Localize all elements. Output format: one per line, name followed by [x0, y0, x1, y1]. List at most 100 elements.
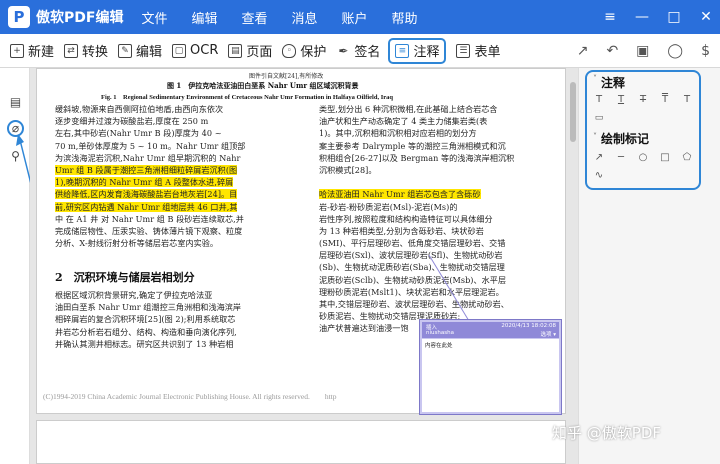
- text-insert-tool-icon[interactable]: T: [681, 94, 693, 106]
- page-label: 页面: [246, 45, 273, 60]
- text-line: 相碎屑岩的复合沉积环境[25](图 2);利用系统取芯: [55, 313, 307, 325]
- text-span: 缓斜坡,物源来自西侧阿拉伯地盾,由西向东依次: [55, 104, 224, 114]
- search-icon[interactable]: ⚲: [9, 150, 22, 163]
- copyright-footer: (C)1994-2019 China Academic Journal Elec…: [43, 392, 337, 401]
- text-span: 逐步变细并过渡为碳酸盐岩,厚度在 250 m: [55, 116, 209, 127]
- right-column-text: 类型,划分出 6 种沉积微相,在此基础上结合岩芯含 油产状和生产动态确定了 4 类…: [319, 103, 561, 335]
- text-line: 哈法亚油田 Nahr Umr 组岩芯包含了含砾砂: [319, 188, 561, 200]
- ocr-button[interactable]: ▢ OCR: [172, 38, 218, 64]
- convert-icon: ⇄: [64, 43, 79, 58]
- edit-label: 编辑: [136, 45, 163, 60]
- polygon-tool-icon[interactable]: ⬠: [681, 152, 693, 164]
- left-column-text-2: 根据区域沉积背景研究,确定了伊拉克哈法亚 油田白垩系 Nahr Umr 组潮控三角…: [55, 289, 307, 350]
- undo-icon[interactable]: ↶: [606, 43, 618, 59]
- new-file-icon: +: [10, 43, 24, 58]
- text-span: 油田白垩系 Nahr Umr 组潮控三角洲相和浅海滨岸: [55, 302, 242, 313]
- minimize-icon[interactable]: —: [634, 9, 650, 25]
- form-button[interactable]: ☰ 表单: [456, 38, 500, 64]
- text-line: 供给降低,区内发育浅海碳酸盐岩台地灰岩[24]。目: [55, 188, 307, 200]
- text-span: 并确认其测井相标志。研究区共识别了 13 种岩相: [55, 338, 234, 349]
- annotate-collapse-icon[interactable]: ˅: [593, 74, 597, 83]
- credit-icon[interactable]: $: [701, 43, 710, 59]
- highlighted-text: 1),晚期沉积的 Nahr Umr 组 A 段整体水进,碎屑: [55, 177, 234, 188]
- menu-view[interactable]: 查看: [241, 8, 267, 27]
- maximize-icon[interactable]: □: [666, 9, 682, 25]
- sign-label: 签名: [354, 45, 381, 60]
- text-span: 相碎屑岩的复合沉积环境[25](图 2);利用系统取芯: [55, 314, 236, 325]
- scrollbar-thumb[interactable]: [570, 82, 576, 142]
- hamburger-menu-icon[interactable]: ≡: [602, 9, 618, 25]
- text-span: 案主要参考 Dalrymple 等的潮控三角洲相模式和沉: [319, 140, 506, 151]
- comment-label: 注释: [413, 45, 440, 60]
- menu-messages[interactable]: 消息: [292, 8, 318, 27]
- text-line: [319, 176, 561, 188]
- text-span: 泥质砂岩(Sclb)、生物扰动砂质泥岩(Msb)、水平层: [319, 274, 507, 285]
- text-line: 岩性序列,按照粒度和结构构造特征可以具体细分: [319, 213, 561, 225]
- comment-popup[interactable]: 插入 2020/4/13 18:02:08 niushasha 选项 ▾ 内容在…: [419, 319, 562, 415]
- edit-button[interactable]: ✎ 编辑: [118, 38, 162, 64]
- page-button[interactable]: ▤ 页面: [228, 38, 272, 64]
- text-underline-tool-icon[interactable]: T: [615, 94, 627, 106]
- thumbnail-icon[interactable]: ▤: [9, 96, 22, 109]
- comment-button[interactable]: ≡ 注释: [388, 37, 447, 64]
- text-line: 左右,其中砂岩(Nahr Umr B 段)厚度为 40 ~: [55, 127, 307, 139]
- comment-timestamp: 2020/4/13 18:02:08: [501, 323, 556, 329]
- left-column-text: 缓斜坡,物源来自西侧阿拉伯地盾,由西向东依次 逐步变细并过渡为碳酸盐岩,厚度在 2…: [55, 103, 307, 249]
- shield-icon: ◦: [282, 43, 297, 58]
- convert-button[interactable]: ⇄ 转换: [64, 38, 108, 64]
- comment-body-input[interactable]: 内容在此处: [422, 339, 559, 412]
- text-span: 积相组合[26-27]以及 Bergman 等的浅海滨岸相沉积: [319, 152, 515, 163]
- line-tool-icon[interactable]: ─: [615, 152, 627, 164]
- bookmark-icon[interactable]: ⌀: [7, 120, 24, 137]
- menu-help[interactable]: 帮助: [392, 8, 418, 27]
- text-span: 沉积模式[28]。: [319, 164, 377, 175]
- figure-title-cn: 图 1 伊拉克哈法亚油田白垩系 Nahr Umr 组区域沉积背景: [167, 81, 359, 90]
- menu-edit[interactable]: 编辑: [191, 8, 217, 27]
- text-span: 70 m,单砂体厚度为 5 ~ 10 m。Nahr Umr 组顶部: [55, 140, 246, 151]
- ocr-icon: ▢: [172, 43, 187, 58]
- menu-account[interactable]: 账户: [342, 8, 368, 27]
- text-span: 分析、X-射线衍射分析等储层岩芯室内实验。: [55, 238, 219, 249]
- text-highlight-tool-icon[interactable]: T: [593, 94, 605, 106]
- freehand-tool-icon[interactable]: ∿: [593, 170, 605, 182]
- text-replace-tool-icon[interactable]: T: [659, 94, 671, 106]
- save-icon[interactable]: ▣: [636, 43, 649, 59]
- pen-icon: ✒: [338, 43, 349, 58]
- draw-collapse-icon[interactable]: ˅: [593, 132, 597, 141]
- user-icon[interactable]: ◯: [667, 43, 683, 59]
- ellipse-tool-icon[interactable]: ○: [637, 152, 649, 164]
- arrow-tool-icon[interactable]: ↗: [593, 152, 605, 164]
- share-icon[interactable]: ↗: [577, 43, 589, 59]
- text-line: 逐步变细并过渡为碳酸盐岩,厚度在 250 m: [55, 115, 307, 127]
- text-line: 1),晚期沉积的 Nahr Umr 组 A 段整体水进,碎屑: [55, 176, 307, 188]
- highlighted-text: Umr 组 B 段属于潮控三角洲相细粒碎屑岩沉积(图: [55, 164, 238, 175]
- figure-title-en: Fig. 1 Regional Sedimentary Environment …: [101, 94, 394, 101]
- new-button[interactable]: + 新建: [10, 38, 54, 64]
- protect-button[interactable]: ◦ 保护: [282, 38, 326, 64]
- pdf-page[interactable]: 图件引自文献[24],有所修改 图 1 伊拉克哈法亚油田白垩系 Nahr Umr…: [36, 68, 566, 415]
- text-line: 油田白垩系 Nahr Umr 组潮控三角洲相和浅海滨岸: [55, 301, 307, 313]
- page-icon: ▤: [228, 43, 243, 58]
- left-sidebar: ▤ ⌀ ⚲: [0, 68, 30, 464]
- text-span: 岩-砂岩-粉砂质泥岩(Msl)-泥岩(Ms)的: [319, 201, 458, 212]
- text-span: 层理砂岩(Sxl)、波状层理砂岩(Sfl)、生物扰动砂岩: [319, 250, 503, 261]
- menu-file[interactable]: 文件: [141, 8, 167, 27]
- text-line: (Sb)、生物扰动泥质砂岩(Sba)、生物扰动交错层理: [319, 261, 561, 273]
- text-line: 缓斜坡,物源来自西侧阿拉伯地盾,由西向东依次: [55, 103, 307, 115]
- text-strikeout-tool-icon[interactable]: T: [637, 94, 649, 106]
- sign-button[interactable]: ✒ 签名: [336, 38, 380, 64]
- note-icon[interactable]: ▭: [593, 112, 605, 124]
- vertical-scrollbar[interactable]: [570, 72, 576, 452]
- comment-user: niushasha: [426, 330, 454, 336]
- text-span: (SMI)、平行层理砂岩、低角度交错层理砂岩、交错: [319, 238, 506, 249]
- rectangle-tool-icon[interactable]: □: [659, 152, 671, 164]
- text-line: 其中,交错层理砂岩、波状层理砂岩、生物扰动砂岩、: [319, 298, 561, 310]
- document-area[interactable]: 图件引自文献[24],有所修改 图 1 伊拉克哈法亚油田白垩系 Nahr Umr…: [30, 68, 578, 464]
- pdf-page-next[interactable]: [36, 420, 566, 464]
- close-icon[interactable]: ✕: [698, 9, 714, 25]
- text-line: 为滨浅海泥岩沉积,Nahr Umr 组早期沉积的 Nahr: [55, 152, 307, 164]
- comment-icon: ≡: [395, 43, 410, 58]
- comment-options-dropdown[interactable]: 选项 ▾: [540, 330, 556, 338]
- ocr-label: OCR: [190, 43, 219, 58]
- text-line: 并确认其测井相标志。研究区共识别了 13 种岩相: [55, 338, 307, 350]
